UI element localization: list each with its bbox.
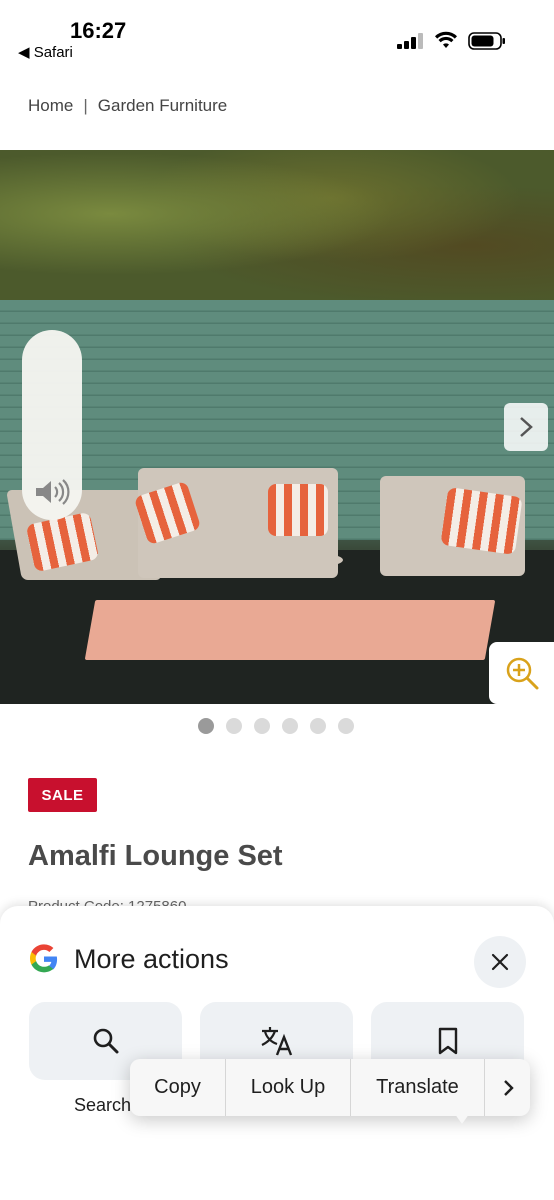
chevron-right-icon (520, 417, 533, 437)
text-context-menu: Copy Look Up Translate (130, 1059, 530, 1116)
battery-icon (468, 32, 505, 50)
close-sheet-button[interactable] (474, 936, 526, 988)
chevron-right-icon (503, 1079, 514, 1096)
search-icon (93, 1028, 118, 1054)
image-pillow (440, 487, 523, 555)
image-trees (0, 150, 554, 310)
status-bar: 16:27 ◀ Safari (0, 0, 554, 72)
sheet-title: More actions (74, 944, 229, 974)
back-to-safari-link[interactable]: ◀ Safari (18, 43, 73, 61)
copy-menu-item[interactable]: Copy (130, 1059, 226, 1116)
google-logo-icon (30, 944, 58, 973)
wifi-icon (435, 31, 457, 48)
image-rug (84, 600, 496, 660)
carousel-dot[interactable] (338, 718, 354, 734)
translate-icon (260, 1027, 292, 1056)
carousel-dot[interactable] (282, 718, 298, 734)
close-icon (491, 953, 509, 971)
breadcrumb: Home | Garden Furniture (28, 96, 227, 116)
image-pillow (268, 484, 328, 536)
search-action-label: Search (74, 1095, 132, 1115)
product-title: Amalfi Lounge Set (28, 840, 283, 872)
bookmark-icon (438, 1027, 457, 1055)
breadcrumb-home-link[interactable]: Home (28, 96, 73, 116)
next-image-button[interactable] (504, 403, 548, 451)
look-up-menu-item[interactable]: Look Up (226, 1059, 351, 1116)
carousel-dot[interactable] (254, 718, 270, 734)
breadcrumb-current-link[interactable]: Garden Furniture (98, 96, 227, 116)
carousel-dots (198, 718, 354, 734)
carousel-dot[interactable] (226, 718, 242, 734)
sale-badge: SALE (28, 778, 97, 812)
translate-menu-item[interactable]: Translate (351, 1059, 485, 1116)
carousel-dot[interactable] (198, 718, 214, 734)
cellular-signal-icon (397, 33, 425, 49)
breadcrumb-separator: | (83, 96, 88, 115)
zoom-in-icon (506, 657, 538, 690)
carousel-dot[interactable] (310, 718, 326, 734)
status-time: 16:27 (70, 18, 127, 43)
speaker-icon (36, 479, 70, 505)
more-menu-item[interactable] (485, 1059, 530, 1116)
product-image[interactable] (0, 150, 554, 704)
zoom-in-button[interactable] (489, 642, 554, 704)
image-coffee-table (218, 550, 343, 570)
